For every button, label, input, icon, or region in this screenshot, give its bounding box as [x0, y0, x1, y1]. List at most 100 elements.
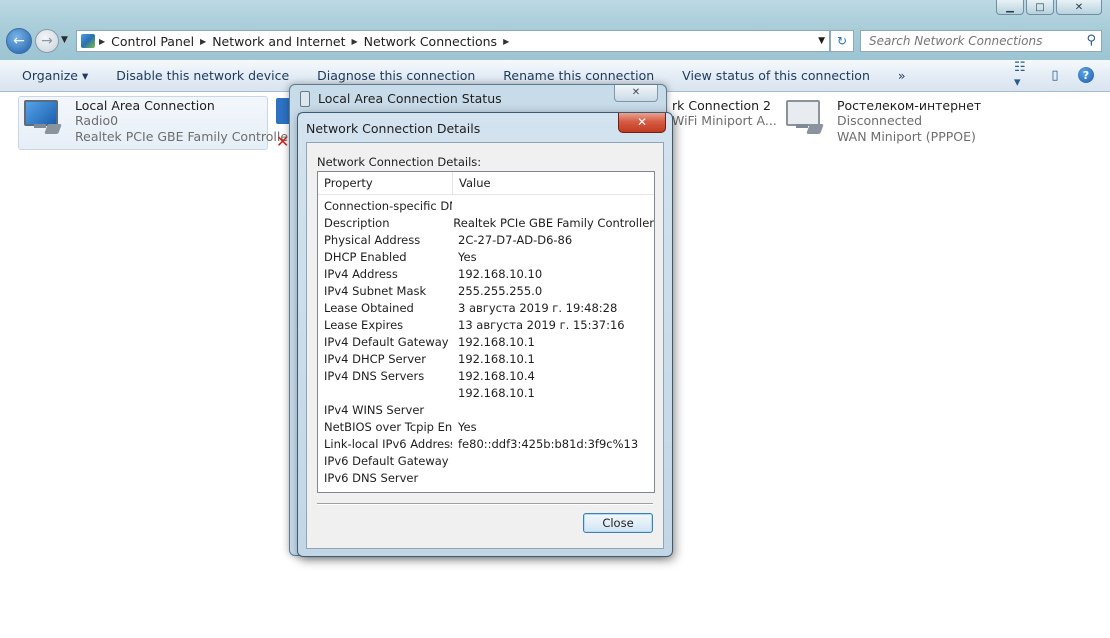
property-cell: IPv6 DNS Server	[324, 471, 419, 485]
address-bar[interactable]: ▶ Control Panel ▶ Network and Internet ▶…	[76, 30, 830, 52]
value-cell	[452, 470, 654, 487]
search-icon[interactable]: ⚲	[1086, 33, 1096, 48]
table-row[interactable]: IPv4 DHCP Server 192.168.10.1	[318, 351, 654, 368]
connection-device: WiFi Miniport A...	[672, 113, 777, 128]
details-heading: Network Connection Details:	[317, 155, 482, 169]
divider	[317, 503, 653, 505]
table-row[interactable]: DHCP Enabled Yes	[318, 249, 654, 266]
value-cell: Yes	[458, 250, 477, 264]
disable-device-button[interactable]: Disable this network device	[102, 68, 303, 83]
rename-button[interactable]: Rename this connection	[489, 68, 668, 83]
diagnose-button[interactable]: Diagnose this connection	[303, 68, 489, 83]
window-controls: ▁ □ ✕	[996, 0, 1102, 15]
table-row[interactable]: Physical Address 2C-27-D7-AD-D6-86	[318, 232, 654, 249]
property-cell: IPv4 Subnet Mask	[324, 284, 427, 298]
property-cell: Lease Obtained	[324, 301, 414, 315]
close-button[interactable]: Close	[583, 513, 653, 533]
table-row[interactable]: IPv4 WINS Server	[318, 402, 654, 419]
minimize-button[interactable]: ▁	[996, 0, 1024, 15]
table-row[interactable]: IPv4 DNS Servers 192.168.10.4	[318, 368, 654, 385]
table-row[interactable]: IPv6 DNS Server	[318, 470, 654, 487]
value-cell: 192.168.10.4	[458, 369, 535, 383]
property-cell: Description	[324, 216, 390, 230]
connection-title: Ростелеком-интернет	[837, 98, 982, 113]
details-dialog: Network Connection Details ✕ Network Con…	[297, 112, 673, 557]
column-header-property[interactable]: Property	[318, 172, 453, 194]
property-cell: IPv4 DHCP Server	[324, 352, 426, 366]
property-cell: NetBIOS over Tcpip En...	[324, 420, 452, 434]
table-row[interactable]: 192.168.10.1	[318, 385, 654, 402]
property-cell: IPv4 Address	[324, 267, 398, 281]
value-cell: 192.168.10.10	[458, 267, 543, 281]
close-window-button[interactable]: ✕	[1056, 0, 1102, 15]
table-row[interactable]: IPv6 Default Gateway	[318, 453, 654, 470]
table-row[interactable]: Link-local IPv6 Address fe80::ddf3:425b:b…	[318, 436, 654, 453]
table-row[interactable]: Lease Expires 13 августа 2019 г. 15:37:16	[318, 317, 654, 334]
breadcrumb-network-and-internet[interactable]: Network and Internet	[206, 34, 351, 49]
value-cell: 3 августа 2019 г. 19:48:28	[458, 301, 618, 315]
network-adapter-icon	[20, 98, 64, 138]
property-cell: IPv4 Default Gateway	[324, 335, 449, 349]
maximize-button[interactable]: □	[1026, 0, 1054, 15]
details-list[interactable]: Property Value Connection-specific DN...…	[317, 171, 655, 493]
network-status-icon	[300, 91, 310, 107]
status-dialog-title: Local Area Connection Status	[318, 91, 502, 106]
table-row[interactable]: IPv4 Subnet Mask 255.255.255.0	[318, 283, 654, 300]
table-row[interactable]: IPv4 Default Gateway 192.168.10.1	[318, 334, 654, 351]
more-commands-button[interactable]: »	[884, 68, 920, 83]
value-cell	[452, 402, 654, 419]
details-dialog-body: Network Connection Details: Property Val…	[306, 142, 664, 549]
value-cell: 13 августа 2019 г. 15:37:16	[458, 318, 625, 332]
control-panel-icon	[81, 34, 95, 48]
close-icon: ✕	[1074, 1, 1084, 13]
table-row[interactable]: Lease Obtained 3 августа 2019 г. 19:48:28	[318, 300, 654, 317]
property-cell: Connection-specific DN...	[324, 199, 452, 213]
property-cell: Lease Expires	[324, 318, 404, 332]
breadcrumb-control-panel[interactable]: Control Panel	[105, 34, 200, 49]
organize-menu[interactable]: Organize ▾	[0, 68, 102, 83]
value-cell: 255.255.255.0	[458, 284, 543, 298]
value-cell: 192.168.10.1	[458, 335, 535, 349]
table-row[interactable]: Connection-specific DN...	[318, 198, 654, 215]
connection-status: Disconnected	[837, 113, 923, 128]
forward-button[interactable]: →	[35, 29, 59, 53]
value-cell: 192.168.10.1	[458, 386, 535, 400]
recent-pages-dropdown[interactable]: ▼	[61, 35, 68, 45]
search-box[interactable]: ⚲	[860, 30, 1102, 52]
details-dialog-close-button[interactable]: ✕	[618, 113, 666, 133]
value-cell: fe80::ddf3:425b:b81d:3f9c%13	[458, 437, 639, 451]
maximize-icon: □	[1035, 1, 1045, 13]
address-dropdown-icon[interactable]: ▼	[818, 36, 825, 46]
connection-item-wireless-2[interactable]: rk Connection 2 WiFi Miniport A...	[672, 98, 777, 129]
network-adapter-icon	[276, 98, 290, 124]
property-cell: DHCP Enabled	[324, 250, 407, 264]
view-status-button[interactable]: View status of this connection	[668, 68, 884, 83]
table-row[interactable]: IPv4 Address 192.168.10.10	[318, 266, 654, 283]
table-row[interactable]: NetBIOS over Tcpip En... Yes	[318, 419, 654, 436]
value-cell	[452, 453, 654, 470]
change-view-icon[interactable]: ☷ ▾	[1014, 60, 1032, 90]
back-arrow-icon: ←	[13, 33, 25, 49]
value-cell: 192.168.10.1	[458, 352, 535, 366]
back-button[interactable]: ←	[6, 28, 32, 54]
forward-arrow-icon: →	[41, 33, 53, 49]
status-dialog-close-button[interactable]: ✕	[614, 85, 658, 102]
network-adapter-icon	[782, 98, 826, 138]
details-list-body: Connection-specific DN... Description Real…	[318, 195, 654, 487]
preview-pane-icon[interactable]: ▯	[1046, 66, 1064, 84]
search-input[interactable]	[867, 33, 1081, 49]
connection-item-rostelecom[interactable]: Ростелеком-интернет Disconnected WAN Min…	[782, 98, 981, 145]
help-icon[interactable]: ?	[1078, 67, 1094, 83]
connection-item-local-area[interactable]: Local Area Connection Radio0 Realtek PCI…	[20, 98, 293, 145]
breadcrumb-arrow-icon[interactable]: ▶	[503, 37, 509, 46]
connection-status: Radio0	[75, 113, 119, 128]
property-cell	[318, 385, 452, 402]
property-cell: IPv4 WINS Server	[324, 403, 425, 417]
property-cell: IPv4 DNS Servers	[324, 369, 425, 383]
column-header-value[interactable]: Value	[453, 172, 654, 194]
refresh-button[interactable]: ↻	[830, 30, 854, 52]
table-row[interactable]: Description Realtek PCIe GBE Family Contr…	[318, 215, 654, 232]
property-cell: Physical Address	[324, 233, 421, 247]
connection-title: Local Area Connection	[75, 98, 215, 113]
breadcrumb-network-connections[interactable]: Network Connections	[358, 34, 503, 49]
